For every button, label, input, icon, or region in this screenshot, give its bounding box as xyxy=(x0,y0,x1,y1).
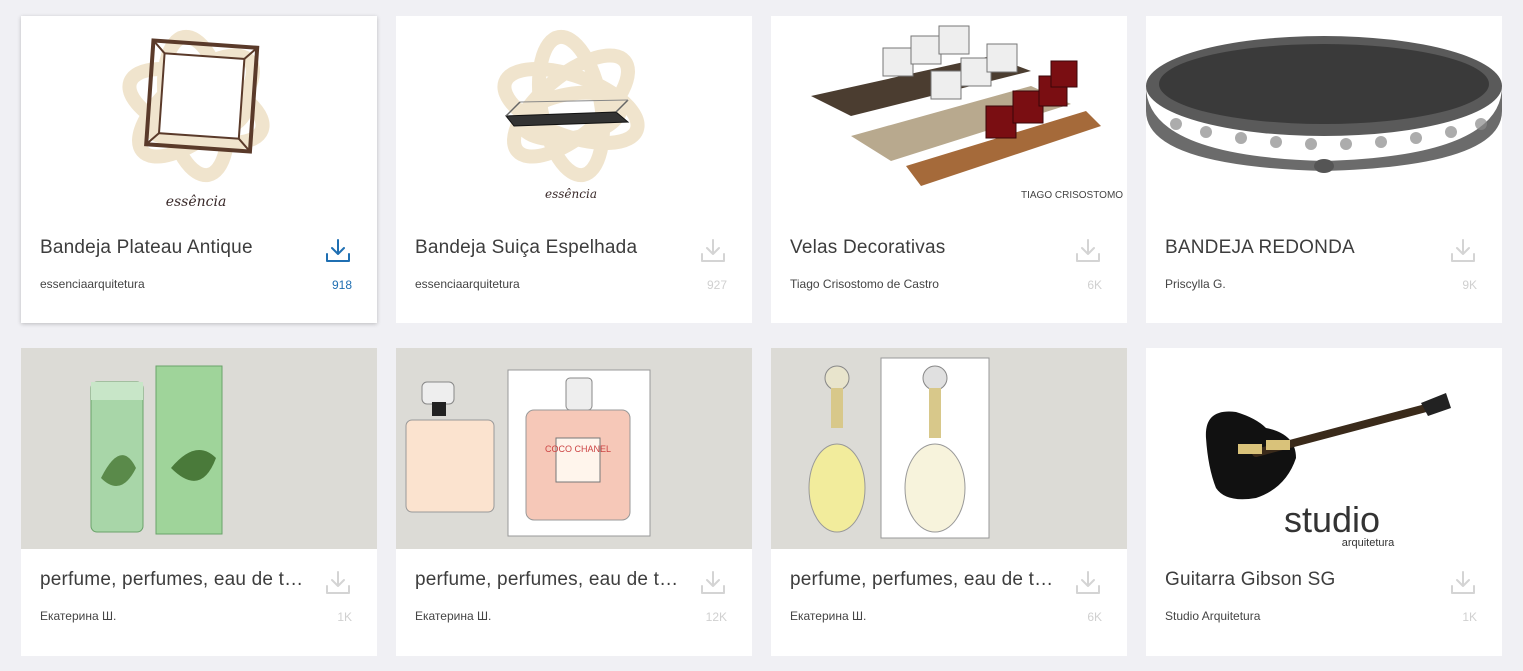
model-thumbnail[interactable]: COCO CHANEL xyxy=(396,348,752,549)
model-thumbnail[interactable] xyxy=(1146,16,1502,217)
model-thumbnail[interactable]: TIAGO CRISOSTOMO xyxy=(771,16,1127,217)
thumbnail-image xyxy=(808,357,990,539)
model-title[interactable]: Bandeja Plateau Antique xyxy=(40,237,310,259)
model-card[interactable]: studio arquitetura Guitarra Gibson SG St… xyxy=(1146,348,1502,656)
download-count: 6K xyxy=(1087,278,1102,292)
model-thumbnail[interactable] xyxy=(21,348,377,549)
download-icon[interactable] xyxy=(325,238,351,264)
download-icon[interactable] xyxy=(1450,238,1476,264)
thumbnail-caption: essência xyxy=(166,194,227,210)
download-count: 9K xyxy=(1462,278,1477,292)
download-count: 1K xyxy=(337,610,352,624)
model-author[interactable]: essenciaarquitetura xyxy=(415,277,665,291)
thumbnail-image: COCO CHANEL xyxy=(405,369,651,537)
thumbnail-image: TIAGO CRISOSTOMO xyxy=(811,25,1123,201)
model-author[interactable]: Priscylla G. xyxy=(1165,277,1415,291)
download-icon[interactable] xyxy=(1450,570,1476,596)
thumbnail-image: essência xyxy=(497,29,645,201)
thumbnail-image xyxy=(90,365,223,535)
model-card[interactable]: perfume, perfumes, eau de toilette Екате… xyxy=(771,348,1127,656)
model-card[interactable]: essência Bandeja Suiça Espelhada essenci… xyxy=(396,16,752,323)
model-thumbnail[interactable]: essência xyxy=(21,16,377,217)
thumbnail-image: studio arquitetura xyxy=(1205,393,1451,549)
download-count: 927 xyxy=(706,278,727,292)
model-card[interactable]: essência Bandeja Plateau Antique essenci… xyxy=(21,16,377,323)
model-card[interactable]: TIAGO CRISOSTOMO Velas Decorativas Tiago… xyxy=(771,16,1127,323)
download-icon[interactable] xyxy=(1075,570,1101,596)
download-count: 12K xyxy=(705,610,727,624)
model-card[interactable]: COCO CHANEL perfume, perfumes, eau de to… xyxy=(396,348,752,656)
model-card[interactable]: perfume, perfumes, eau de toilette Екате… xyxy=(21,348,377,656)
model-title[interactable]: perfume, perfumes, eau de toilette xyxy=(790,569,1060,591)
download-icon[interactable] xyxy=(700,570,726,596)
model-title[interactable]: perfume, perfumes, eau de toilette xyxy=(40,569,310,591)
model-author[interactable]: Екатерина Ш. xyxy=(790,609,1040,623)
model-author[interactable]: Studio Arquitetura xyxy=(1165,609,1415,623)
thumbnail-caption: COCO CHANEL xyxy=(545,444,611,454)
download-count: 918 xyxy=(331,278,352,292)
model-title[interactable]: Bandeja Suiça Espelhada xyxy=(415,237,685,259)
model-thumbnail[interactable]: essência xyxy=(396,16,752,217)
model-grid: essência Bandeja Plateau Antique essenci… xyxy=(21,16,1502,656)
thumbnail-image xyxy=(1146,36,1502,173)
model-author[interactable]: Екатерина Ш. xyxy=(40,609,290,623)
model-title[interactable]: Guitarra Gibson SG xyxy=(1165,569,1435,591)
download-count: 1K xyxy=(1462,610,1477,624)
thumbnail-caption: TIAGO CRISOSTOMO xyxy=(1021,190,1123,201)
model-title[interactable]: BANDEJA REDONDA xyxy=(1165,237,1435,259)
thumbnail-caption: essência xyxy=(545,187,597,201)
download-icon[interactable] xyxy=(1075,238,1101,264)
thumbnail-caption: studio xyxy=(1284,499,1380,540)
model-author[interactable]: Екатерина Ш. xyxy=(415,609,665,623)
download-icon[interactable] xyxy=(700,238,726,264)
thumbnail-image: essência xyxy=(122,29,270,210)
model-author[interactable]: essenciaarquitetura xyxy=(40,277,290,291)
model-author[interactable]: Tiago Crisostomo de Castro xyxy=(790,277,1040,291)
download-icon[interactable] xyxy=(325,570,351,596)
model-card[interactable]: BANDEJA REDONDA Priscylla G. 9K xyxy=(1146,16,1502,323)
model-thumbnail[interactable] xyxy=(771,348,1127,549)
thumbnail-subcaption: arquitetura xyxy=(1342,537,1395,549)
model-thumbnail[interactable]: studio arquitetura xyxy=(1146,348,1502,549)
model-title[interactable]: perfume, perfumes, eau de toilette xyxy=(415,569,685,591)
download-count: 6K xyxy=(1087,610,1102,624)
model-title[interactable]: Velas Decorativas xyxy=(790,237,1060,259)
